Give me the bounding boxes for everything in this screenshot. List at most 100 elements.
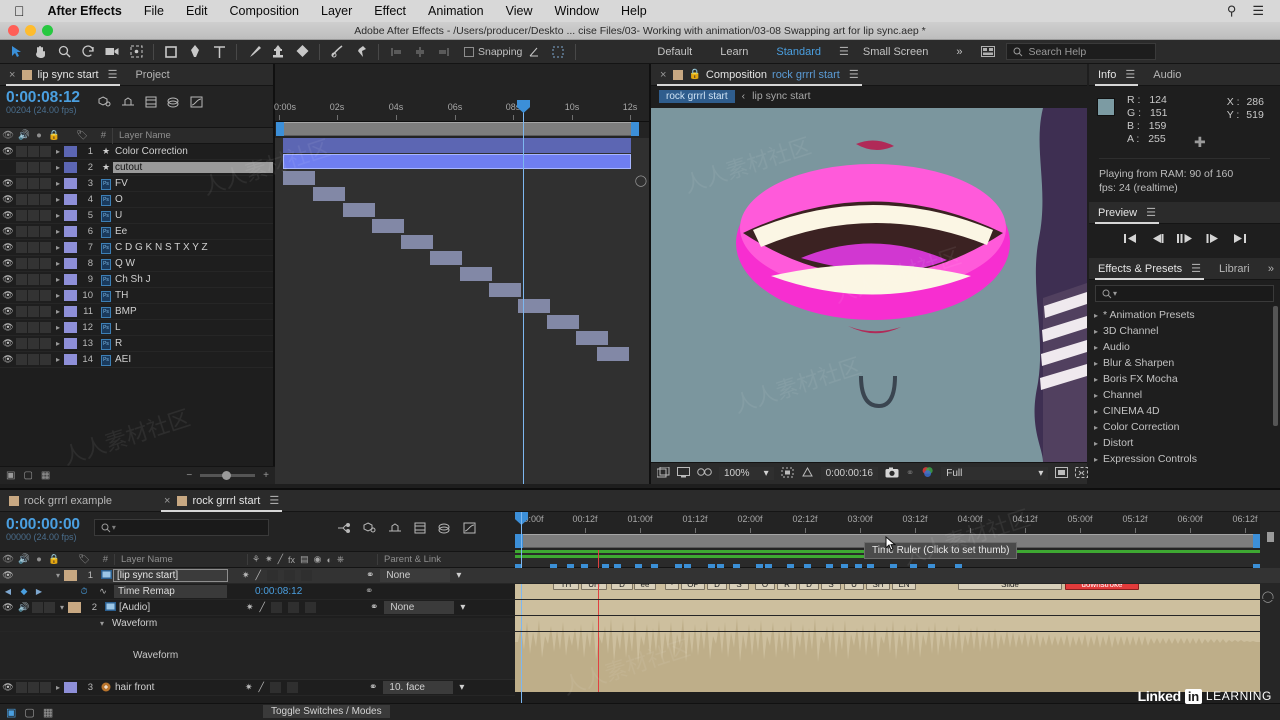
solo-toggle[interactable] (28, 354, 39, 365)
audio-toggle[interactable] (16, 162, 27, 173)
brainstorm-icon[interactable] (438, 521, 451, 539)
motion-blur-icon[interactable] (121, 95, 135, 113)
layer-row[interactable]: 👁 ▸ 1 ★ Color Correction (0, 144, 273, 160)
last-frame-icon[interactable] (1233, 233, 1247, 247)
property-name[interactable]: Time Remap (114, 585, 227, 598)
frame-blending-icon[interactable] (145, 95, 157, 113)
composition-mini-flowchart-icon[interactable] (337, 521, 351, 539)
align-left-icon[interactable] (384, 41, 408, 63)
table-row[interactable]: 👁 ▸ 3 hair front ✷ ╱ ⚭ 10. face ▾ (0, 680, 515, 696)
label-color[interactable] (64, 306, 77, 317)
lock-toggle[interactable] (40, 322, 51, 333)
hand-tool[interactable] (28, 41, 52, 63)
lock-toggle[interactable] (40, 210, 51, 221)
channel-icon[interactable] (921, 466, 934, 481)
main-view-icon[interactable] (656, 466, 670, 481)
effects-scrollbar[interactable] (1273, 306, 1278, 426)
pickwhip-icon[interactable]: ⚭ (369, 682, 377, 693)
parent-value[interactable]: None (384, 601, 455, 614)
zoom-out-icon[interactable]: − (186, 470, 192, 481)
bottom-current-timecode[interactable]: 0:00:00:00 00000 (24.00 fps) (6, 516, 80, 543)
audio-toggle[interactable] (16, 178, 27, 189)
solo-toggle[interactable] (28, 258, 39, 269)
workspace-standard[interactable]: Standard (762, 46, 835, 58)
audio-toggle[interactable] (16, 682, 27, 693)
layer-name[interactable]: Ee (113, 226, 273, 237)
3d-layer-icon[interactable]: ⎈ (337, 554, 344, 565)
layer-switches[interactable]: ✷ ╱ (242, 602, 370, 613)
layer-row[interactable]: 👁 ▸ 8 Ps Q W (0, 256, 273, 272)
audio-toggle[interactable] (16, 570, 27, 581)
effects-category-item[interactable]: ▸ CINEMA 4D (1089, 403, 1280, 419)
disclosure-icon[interactable]: ▸ (52, 259, 64, 268)
audio-toggle[interactable] (16, 194, 27, 205)
layer-name[interactable]: [Audio] (117, 602, 232, 613)
frame-blending-icon[interactable] (414, 521, 426, 539)
eye-icon[interactable]: 👁 (0, 210, 16, 221)
effects-category-item[interactable]: ▸ Channel (1089, 387, 1280, 403)
layer-name[interactable]: C D G K N S T X Y Z (113, 242, 273, 253)
eye-icon[interactable]: 👁 (0, 306, 16, 317)
tab-rock-grrrl-example[interactable]: rock grrrl example (0, 490, 121, 512)
layer-name[interactable]: Q W (113, 258, 273, 269)
effects-category-item[interactable]: ▸ Expression Controls (1089, 451, 1280, 467)
lock-toggle[interactable] (40, 354, 51, 365)
graph-editor-icon[interactable] (190, 95, 203, 113)
switch-box[interactable] (300, 570, 312, 581)
switch-box[interactable] (270, 602, 282, 613)
layer-bar[interactable] (401, 235, 433, 249)
tab-audio[interactable]: Audio (1144, 64, 1190, 86)
lock-toggle[interactable] (40, 570, 51, 581)
composition-viewer[interactable]: 人人素材社区 人人素材社区 人人素材社区 (651, 108, 1087, 462)
pen-tool[interactable] (183, 41, 207, 63)
snapping-toggle[interactable]: Snapping (464, 46, 522, 58)
eye-icon[interactable]: 👁 (0, 258, 16, 269)
tab-libraries[interactable]: Librari (1210, 258, 1259, 280)
audio-icon[interactable]: 🔊 (16, 602, 32, 613)
switch-box[interactable] (287, 602, 299, 613)
layer-row[interactable]: 👁 ▸ 6 Ps Ee (0, 224, 273, 240)
table-row[interactable]: 👁 ▾ 1 [lip sync start] ✷ ╱ ⚭ None ▾ (0, 568, 1280, 584)
effects-category-item[interactable]: ▸ * Animation Presets (1089, 307, 1280, 323)
lock-toggle[interactable] (40, 226, 51, 237)
tab-preview[interactable]: Preview ☰ (1089, 202, 1165, 224)
solo-toggle[interactable] (28, 274, 39, 285)
lock-toggle[interactable] (40, 682, 51, 693)
zoom-level-dropdown[interactable]: 100% ▾ (719, 467, 774, 480)
panel-menu-icon[interactable]: ☰ (1146, 206, 1156, 219)
solo-toggle[interactable] (28, 210, 39, 221)
align-center-icon[interactable] (408, 41, 432, 63)
solo-toggle[interactable] (28, 290, 39, 301)
lock-toggle[interactable] (40, 242, 51, 253)
disclosure-icon[interactable]: ▸ (52, 275, 64, 284)
snapshot-icon[interactable] (885, 467, 899, 481)
lock-icon[interactable]: 🔒 (688, 69, 700, 80)
lock-toggle[interactable] (40, 162, 51, 173)
disclosure-icon[interactable]: ▸ (52, 683, 64, 692)
solo-toggle[interactable] (28, 178, 39, 189)
layer-row[interactable]: 👁 ▸ 4 Ps O (0, 192, 273, 208)
rotation-tool[interactable] (76, 41, 100, 63)
label-color[interactable] (64, 274, 77, 285)
solo-toggle[interactable] (28, 242, 39, 253)
transparency-grid-icon[interactable] (801, 466, 814, 481)
layer-row[interactable]: 👁 ▸ 7 Ps C D G K N S T X Y Z (0, 240, 273, 256)
show-snapshot-icon[interactable]: ⚭ (906, 468, 914, 479)
disclosure-icon[interactable]: ▸ (52, 227, 64, 236)
audio-toggle[interactable] (16, 226, 27, 237)
layer-row[interactable]: 👁 ▸ 11 Ps BMP (0, 304, 273, 320)
layer-name[interactable]: hair front (113, 682, 231, 693)
layer-name[interactable]: Color Correction (113, 146, 273, 157)
disclosure-icon[interactable]: ▸ (52, 339, 64, 348)
workspace-layout-icon[interactable] (976, 41, 1000, 63)
switch-box[interactable] (304, 602, 316, 613)
label-color[interactable] (64, 570, 77, 581)
frame-blend-icon[interactable]: ▤ (300, 554, 309, 565)
layer-name[interactable]: AEI (113, 354, 273, 365)
lock-toggle[interactable] (40, 258, 51, 269)
label-color[interactable] (68, 602, 81, 613)
disclosure-icon[interactable]: ▸ (52, 243, 64, 252)
label-color[interactable] (64, 194, 77, 205)
align-right-icon[interactable] (432, 41, 456, 63)
solo-toggle[interactable] (28, 162, 39, 173)
